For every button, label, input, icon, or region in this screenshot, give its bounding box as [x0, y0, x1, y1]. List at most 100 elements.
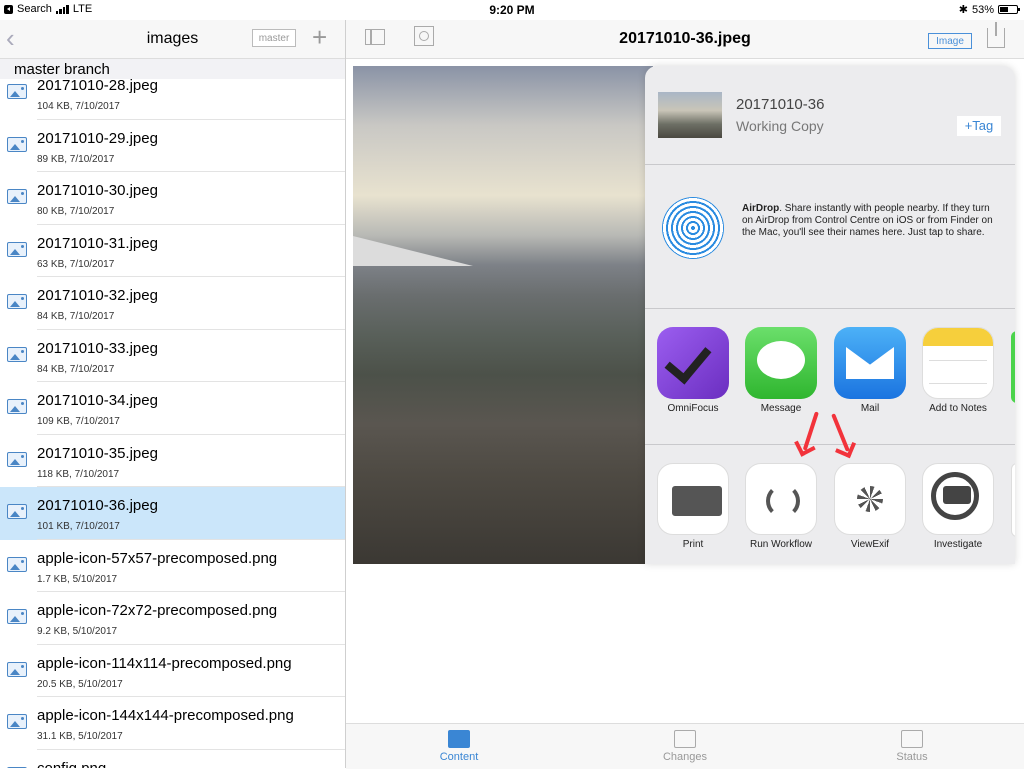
status-right: ✱ 53% [958, 3, 1020, 16]
share-action-label: Run Workflow [749, 539, 813, 550]
airdrop-description: AirDrop. Share instantly with people nea… [742, 203, 1000, 239]
shared-document-source: Working Copy [736, 118, 824, 134]
file-row[interactable]: apple-icon-72x72-precomposed.png 9.2 KB, … [0, 592, 345, 645]
share-app-label: Message [760, 403, 802, 414]
airplane-wing [353, 236, 473, 266]
share-action-investigate[interactable]: Investigate [914, 463, 1002, 550]
file-row[interactable]: 20171010-31.jpeg 63 KB, 7/10/2017 [0, 225, 345, 277]
share-sheet: 20171010-36 Working Copy +Tag AirDrop. S… [645, 66, 1015, 564]
share-action-run-workflow[interactable]: Run Workflow [737, 463, 825, 550]
share-app-message[interactable]: Message [737, 327, 825, 414]
branch-button[interactable]: master [252, 29, 296, 47]
file-row[interactable]: 20171010-30.jpeg 80 KB, 7/10/2017 [0, 172, 345, 225]
tab-content[interactable]: Content [409, 728, 509, 763]
file-name: apple-icon-144x144-precomposed.png [37, 707, 294, 724]
snowflake-icon [834, 463, 906, 535]
file-name: 20171010-30.jpeg [37, 182, 158, 199]
messages-icon [745, 327, 817, 399]
file-name: 20171010-34.jpeg [37, 392, 158, 409]
file-row[interactable]: 20171010-29.jpeg 89 KB, 7/10/2017 [0, 120, 345, 172]
changes-icon [674, 730, 696, 748]
file-meta: 118 KB, 7/10/2017 [37, 468, 120, 480]
share-apps-row: OmniFocus Message Mail Add to Notes [645, 309, 1015, 445]
omnifocus-icon [657, 327, 729, 399]
right-nav-bar: 20171010-36.jpeg Image [346, 20, 1024, 59]
share-icon[interactable] [987, 22, 1005, 48]
branch-section-header: master branch [0, 59, 345, 79]
image-file-icon [7, 504, 27, 519]
clipboard-icon [901, 730, 923, 748]
tab-label: Status [896, 751, 928, 763]
share-app-label: OmniFocus [667, 403, 719, 414]
file-meta: 1.7 KB, 5/10/2017 [37, 573, 118, 585]
airdrop-icon [662, 197, 724, 259]
file-meta: 84 KB, 7/10/2017 [37, 363, 115, 375]
image-file-icon [7, 714, 27, 729]
file-name: 20171010-31.jpeg [37, 234, 158, 252]
file-row[interactable]: apple-icon-144x144-precomposed.png 31.1 K… [0, 697, 345, 750]
share-app-mail[interactable]: Mail [826, 327, 914, 414]
file-meta: 20.5 KB, 5/10/2017 [37, 678, 123, 690]
next-action-peek [1011, 463, 1015, 537]
clock: 9:20 PM [489, 3, 535, 17]
status-bar: Search LTE 9:20 PM ✱ 53% [0, 0, 1024, 20]
share-app-label: Mail [860, 403, 880, 414]
add-icon[interactable]: + [312, 23, 327, 51]
file-row[interactable]: 20171010-34.jpeg 109 KB, 7/10/2017 [0, 382, 345, 435]
image-file-icon [7, 84, 27, 99]
document-thumbnail [658, 92, 722, 138]
share-app-add-to-notes[interactable]: Add to Notes [914, 327, 1002, 414]
image-file-icon [7, 241, 27, 257]
tab-label: Changes [662, 751, 708, 763]
file-row[interactable]: config.png [0, 750, 345, 769]
share-app-omnifocus[interactable]: OmniFocus [649, 327, 737, 414]
file-meta: 109 KB, 7/10/2017 [37, 416, 120, 427]
share-action-label: Print [682, 539, 704, 550]
file-meta: 101 KB, 7/10/2017 [37, 521, 120, 532]
file-meta: 84 KB, 7/10/2017 [37, 311, 115, 322]
add-tag-button[interactable]: +Tag [957, 116, 1001, 136]
share-sheet-header: 20171010-36 Working Copy +Tag [645, 66, 1015, 165]
image-file-icon [7, 189, 27, 204]
file-meta: 80 KB, 7/10/2017 [37, 206, 115, 217]
share-action-print[interactable]: Print [649, 463, 737, 550]
file-meta: 9.2 KB, 5/10/2017 [37, 626, 118, 637]
tab-status[interactable]: Status [862, 728, 962, 763]
image-file-icon [7, 294, 27, 309]
file-meta: 31.1 KB, 5/10/2017 [37, 731, 123, 742]
image-file-icon [7, 346, 27, 362]
battery-percent: 53% [971, 3, 994, 16]
file-row[interactable]: apple-icon-57x57-precomposed.png 1.7 KB, … [0, 540, 345, 592]
image-file-icon [7, 399, 27, 414]
airdrop-text: . Share instantly with people nearby. If… [742, 203, 993, 238]
image-mode-button[interactable]: Image [928, 33, 972, 49]
image-file-icon [7, 661, 27, 677]
share-app-label: Add to Notes [929, 403, 987, 414]
file-name: 20171010-33.jpeg [37, 339, 158, 357]
mail-icon [834, 327, 906, 399]
share-action-viewexif[interactable]: ViewExif [826, 463, 914, 550]
file-row[interactable]: 20171010-33.jpeg 84 KB, 7/10/2017 [0, 330, 345, 382]
file-row[interactable]: 20171010-35.jpeg 118 KB, 7/10/2017 [0, 435, 345, 487]
next-app-peek [1011, 331, 1015, 403]
file-row[interactable]: 20171010-32.jpeg 84 KB, 7/10/2017 [0, 277, 345, 330]
bluetooth-icon: ✱ [958, 4, 968, 16]
photo-icon [448, 730, 470, 748]
file-name: config.png [37, 759, 107, 769]
share-action-label: Investigate [933, 539, 983, 550]
file-name: apple-icon-57x57-precomposed.png [37, 549, 278, 567]
file-row[interactable]: apple-icon-114x114-precomposed.png 20.5 K… [0, 645, 345, 697]
airdrop-section[interactable]: AirDrop. Share instantly with people nea… [645, 165, 1015, 309]
file-browser-panel: ‹ images master + master branch 20171010… [0, 20, 346, 768]
file-meta: 63 KB, 7/10/2017 [37, 258, 115, 270]
image-file-icon [7, 451, 27, 467]
file-row[interactable]: 20171010-36.jpeg 101 KB, 7/10/2017 [0, 487, 345, 540]
image-file-icon [7, 136, 27, 152]
share-actions-row: Print Run Workflow ViewExif Investigate [645, 445, 1015, 564]
file-name: 20171010-28.jpeg [37, 77, 158, 94]
tab-changes[interactable]: Changes [635, 728, 735, 763]
tab-label: Content [439, 751, 479, 763]
share-action-label: ViewExif [850, 539, 890, 550]
file-name: 20171010-35.jpeg [37, 444, 158, 462]
file-title: 20171010-36.jpeg [619, 30, 751, 47]
